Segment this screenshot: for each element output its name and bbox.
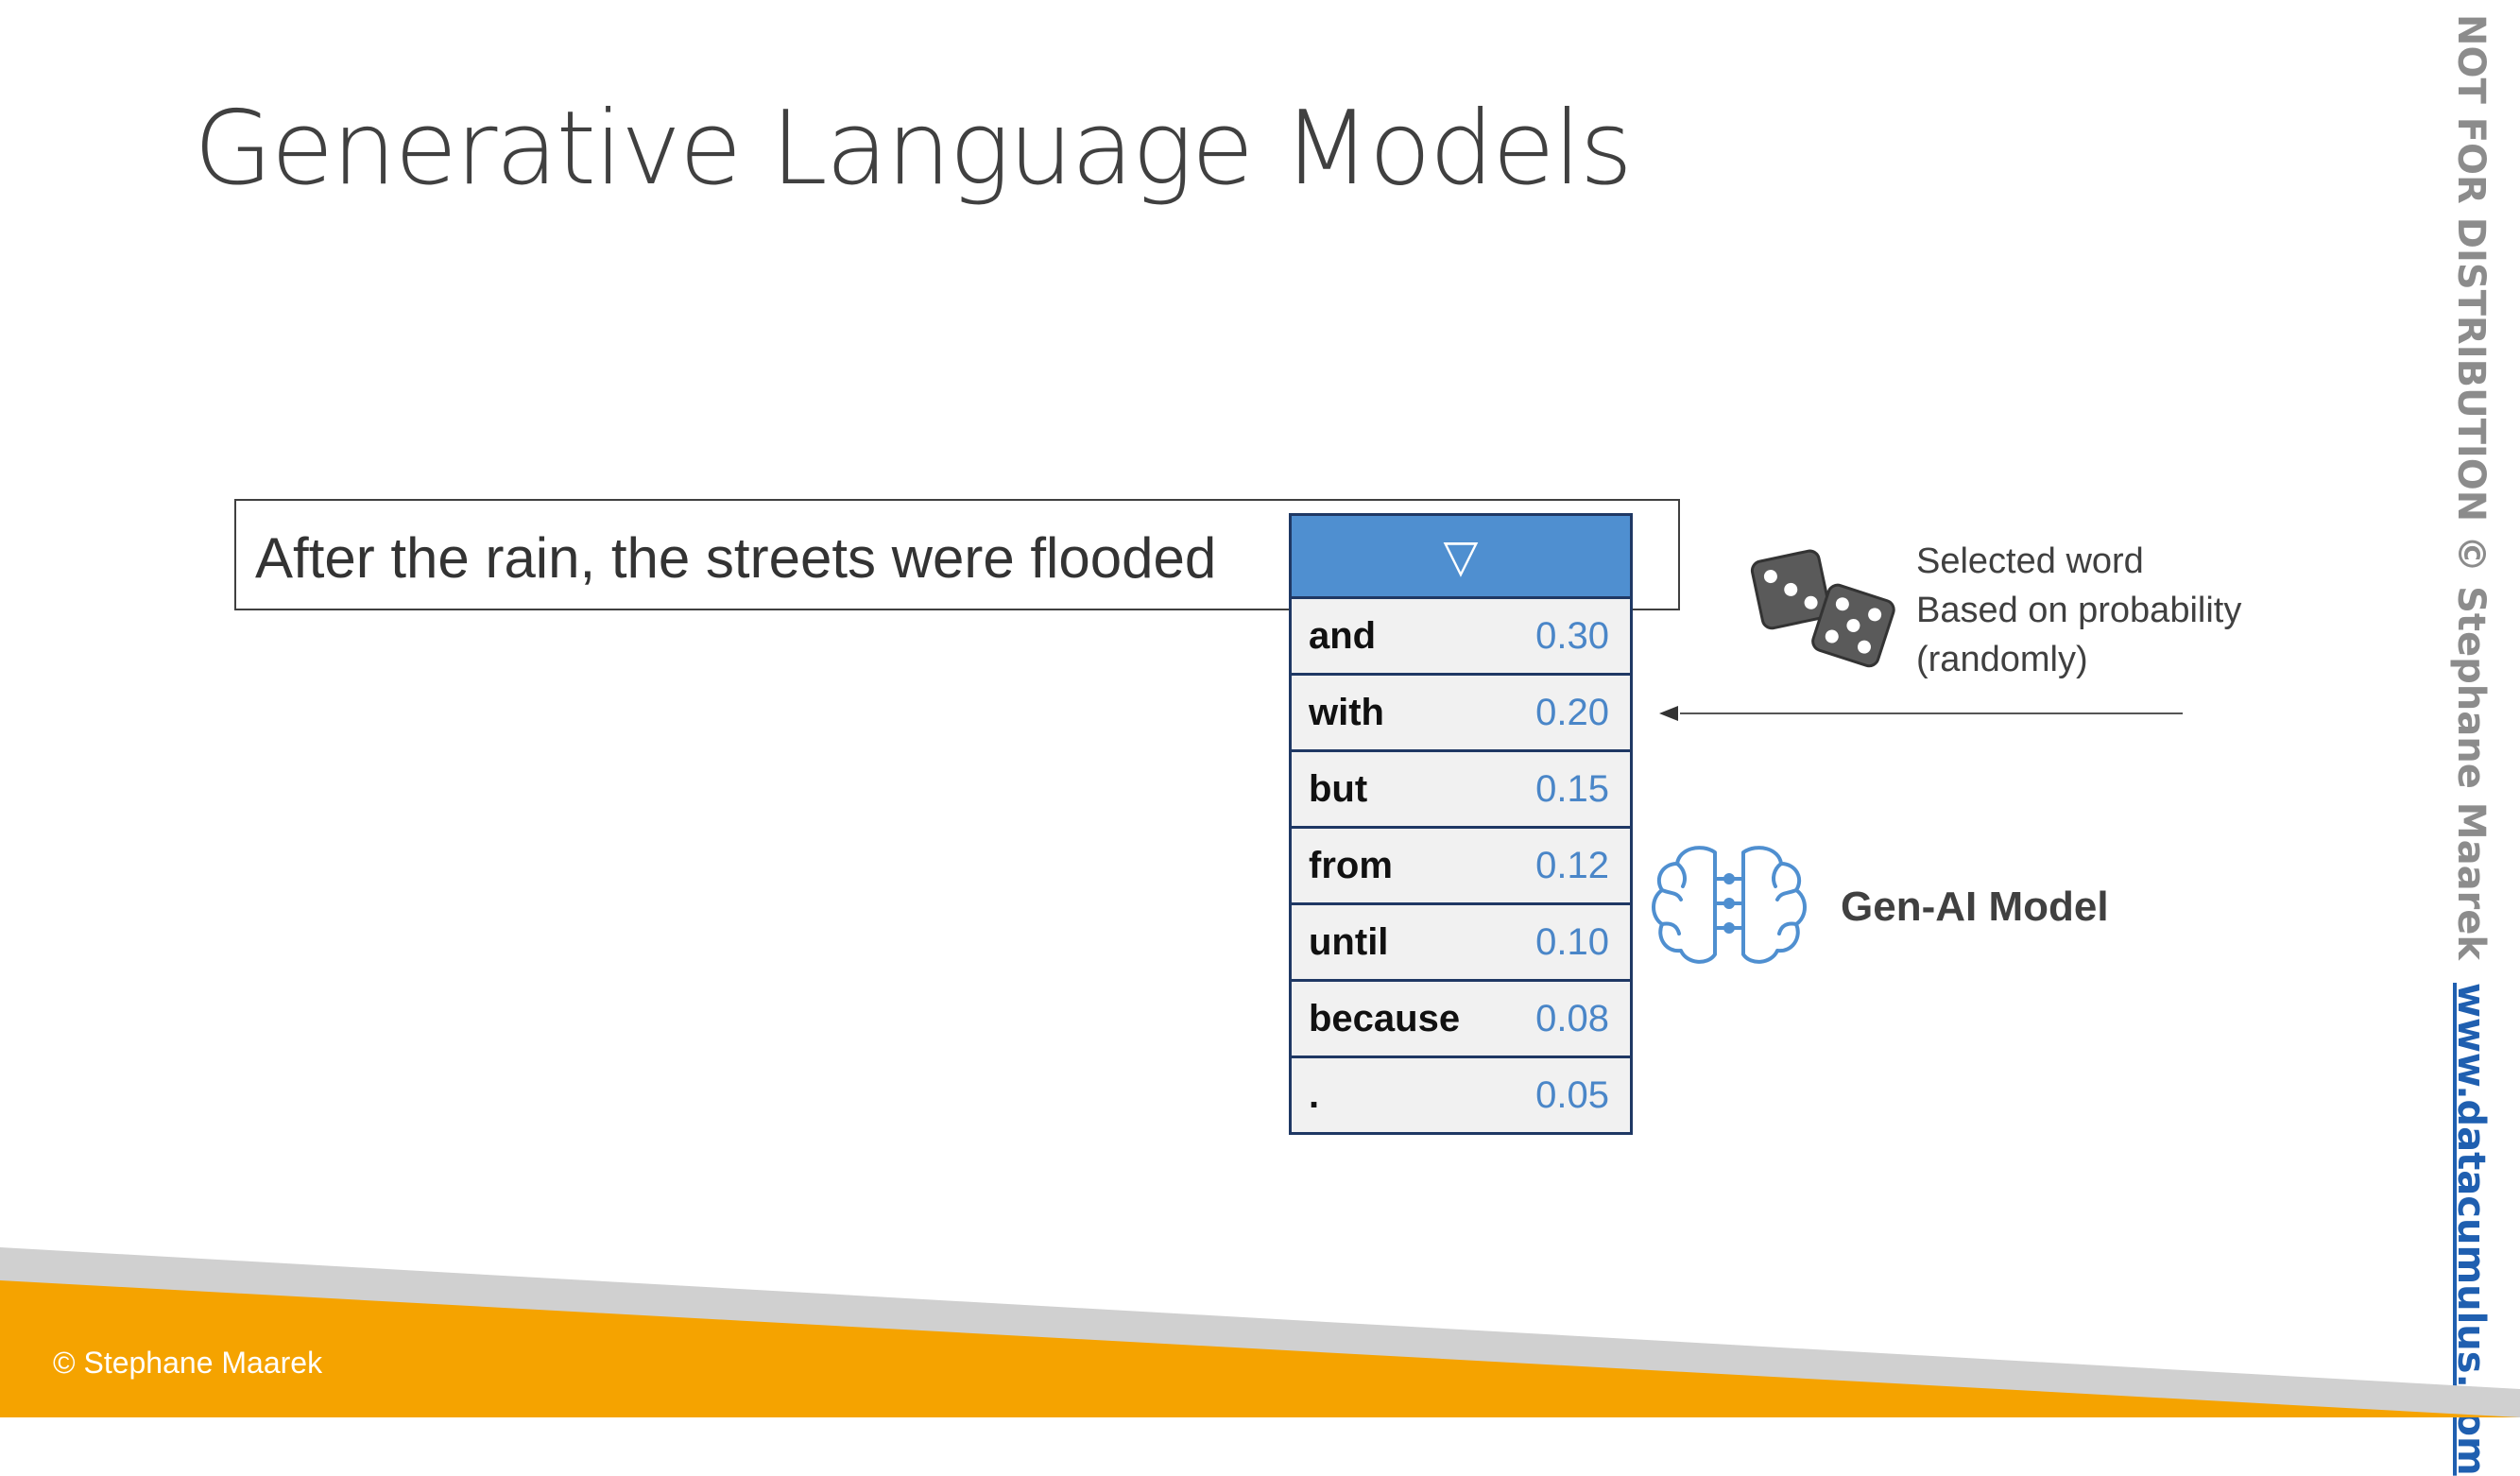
candidate-probability: 0.12 — [1535, 844, 1609, 886]
candidate-word: because — [1309, 997, 1461, 1039]
footer-band — [0, 1247, 2520, 1417]
candidate-word: from — [1309, 844, 1393, 886]
slide-title: Generative Language Models — [194, 90, 1633, 208]
brain-circuit-icon — [1652, 846, 1807, 964]
selected-note-line: Selected word — [1916, 541, 2144, 581]
selected-note-line: (randomly) — [1916, 640, 2088, 679]
candidate-word: but — [1309, 767, 1368, 810]
probability-row: from 0.12 — [1292, 829, 1630, 905]
candidate-probability: 0.08 — [1535, 997, 1609, 1039]
probability-table-header: ▽ — [1292, 516, 1630, 599]
candidate-probability: 0.10 — [1535, 920, 1609, 963]
dice-icon — [1750, 549, 1895, 668]
candidate-word: . — [1309, 1073, 1320, 1116]
candidate-probability: 0.30 — [1535, 614, 1609, 657]
probability-row: . 0.05 — [1292, 1058, 1630, 1132]
probability-table: ▽ and 0.30 with 0.20 but 0.15 from 0.12 … — [1289, 513, 1633, 1135]
probability-row: until 0.10 — [1292, 905, 1630, 982]
candidate-probability: 0.15 — [1535, 767, 1609, 810]
triangle-down-icon: ▽ — [1443, 529, 1479, 583]
probability-row: but 0.15 — [1292, 752, 1630, 829]
watermark: NOT FOR DISTRIBUTION © Stephane Maarek w… — [2443, 14, 2499, 1476]
model-label: Gen-AI Model — [1841, 884, 2109, 930]
sentence-text: After the rain, the streets were flooded — [255, 526, 1217, 590]
probability-row: because 0.08 — [1292, 982, 1630, 1058]
probability-row: with 0.20 — [1292, 676, 1630, 752]
arrow-left-icon — [1659, 706, 2183, 721]
candidate-probability: 0.20 — [1535, 691, 1609, 733]
footer-copyright: © Stephane Maarek — [53, 1346, 323, 1380]
selected-word-note: Selected word Based on probability (rand… — [1916, 537, 2241, 684]
candidate-word: with — [1309, 691, 1384, 733]
selected-note-line: Based on probability — [1916, 591, 2242, 630]
candidate-probability: 0.05 — [1535, 1073, 1609, 1116]
candidate-word: until — [1309, 920, 1389, 963]
watermark-text: NOT FOR DISTRIBUTION © Stephane Maarek — [2449, 14, 2493, 961]
probability-row: and 0.30 — [1292, 599, 1630, 676]
candidate-word: and — [1309, 614, 1377, 657]
